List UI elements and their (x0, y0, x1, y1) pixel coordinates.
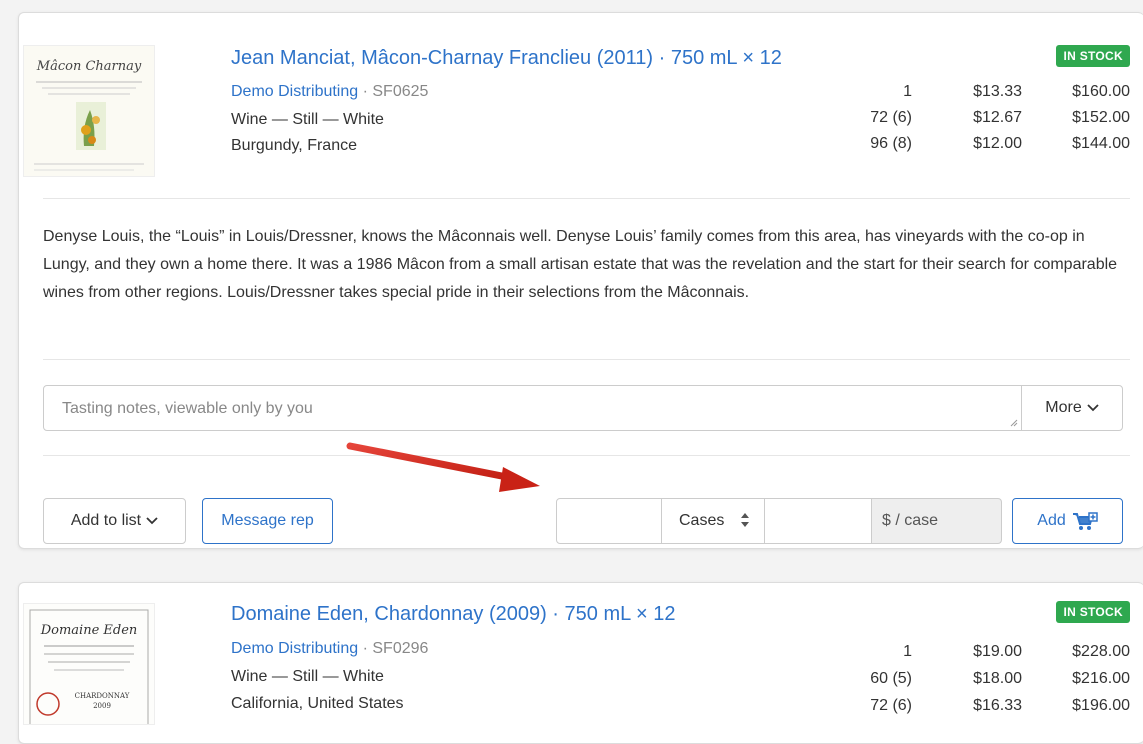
product-card: Domaine Eden CHARDONNAY 2009 Domaine Ede… (18, 582, 1143, 744)
price-qty: 1 (903, 83, 912, 100)
pricing-table: 1 $13.33 $160.00 72 (6) $12.67 $152.00 9… (830, 83, 1130, 161)
tasting-notes-placeholder: Tasting notes, viewable only by you (62, 400, 313, 417)
label-name-text: Mâcon Charnay (36, 59, 142, 74)
more-button-label: More (1045, 399, 1082, 416)
chevron-down-icon (1087, 404, 1099, 412)
price-case: $216.00 (1072, 670, 1130, 687)
cart-plus-icon (1072, 512, 1098, 530)
add-to-list-label: Add to list (70, 512, 142, 529)
label-year-text: 2009 (93, 702, 111, 710)
price-unit-addon: $ / case (871, 498, 1002, 544)
distributor-link[interactable]: Demo Distributing (231, 640, 358, 657)
resize-grip-icon[interactable] (1010, 419, 1018, 427)
price-case: $228.00 (1072, 643, 1130, 660)
price-qty: 72 (6) (870, 697, 912, 714)
product-description: Denyse Louis, the “Louis” in Louis/Dress… (43, 228, 1118, 301)
wine-label-image[interactable]: Domaine Eden CHARDONNAY 2009 (23, 603, 155, 725)
wine-region: Burgundy, France (231, 137, 357, 154)
message-rep-label: Message rep (221, 512, 314, 529)
add-to-list-button[interactable]: Add to list (43, 498, 186, 544)
divider (43, 455, 1130, 456)
product-card: Mâcon Charnay Jean Manciat, Mâcon-Charna… (18, 12, 1143, 549)
unit-select-value: Cases (679, 512, 725, 529)
price-input[interactable] (765, 498, 872, 544)
price-case: $160.00 (1072, 83, 1130, 100)
stock-badge: IN STOCK (1056, 601, 1130, 623)
price-case: $152.00 (1072, 109, 1130, 126)
tasting-notes-input[interactable]: Tasting notes, viewable only by you (43, 385, 1022, 431)
product-title-link[interactable]: Jean Manciat, Mâcon-Charnay Franclieu (2… (231, 47, 782, 70)
add-to-cart-button[interactable]: Add (1012, 498, 1123, 544)
chevron-down-icon (146, 517, 158, 525)
price-unit: $12.00 (973, 135, 1022, 152)
wine-type: Wine — Still — White (231, 111, 384, 128)
product-title-link[interactable]: Domaine Eden, Chardonnay (2009) · 750 mL… (231, 603, 676, 626)
price-unit-label: $ / case (882, 512, 939, 529)
price-unit: $19.00 (973, 643, 1022, 660)
distributor-line: Demo Distributing · SF0296 (231, 640, 428, 658)
price-qty: 60 (5) (870, 670, 912, 687)
wine-type: Wine — Still — White (231, 668, 384, 685)
unit-select[interactable]: Cases (661, 498, 765, 544)
price-unit: $16.33 (973, 697, 1022, 714)
wine-label-image[interactable]: Mâcon Charnay (23, 45, 155, 177)
divider (43, 198, 1130, 199)
pricing-table: 1 $19.00 $228.00 60 (5) $18.00 $216.00 7… (830, 643, 1130, 724)
price-case: $196.00 (1072, 697, 1130, 714)
message-rep-button[interactable]: Message rep (202, 498, 333, 544)
price-qty: 72 (6) (870, 109, 912, 126)
select-arrows-icon (741, 513, 749, 527)
distributor-link[interactable]: Demo Distributing (231, 83, 358, 100)
quantity-input[interactable] (556, 498, 662, 544)
price-row: 72 (6) $16.33 $196.00 (830, 697, 1130, 724)
price-row: 60 (5) $18.00 $216.00 (830, 670, 1130, 697)
price-row: 72 (6) $12.67 $152.00 (830, 109, 1130, 135)
stock-badge: IN STOCK (1056, 45, 1130, 67)
price-unit: $18.00 (973, 670, 1022, 687)
price-row: 96 (8) $12.00 $144.00 (830, 135, 1130, 161)
price-case: $144.00 (1072, 135, 1130, 152)
wine-region: California, United States (231, 695, 404, 712)
label-varietal-text: CHARDONNAY (75, 692, 130, 700)
sku-text: · SF0296 (358, 640, 429, 657)
price-qty: 96 (8) (870, 135, 912, 152)
sku-text: · SF0625 (358, 83, 429, 100)
divider (43, 359, 1130, 360)
label-name-text: Domaine Eden (40, 623, 138, 638)
price-unit: $12.67 (973, 109, 1022, 126)
price-qty: 1 (903, 643, 912, 660)
price-row: 1 $13.33 $160.00 (830, 83, 1130, 109)
price-unit: $13.33 (973, 83, 1022, 100)
distributor-line: Demo Distributing · SF0625 (231, 83, 428, 101)
more-dropdown-button[interactable]: More (1021, 385, 1123, 431)
add-button-label: Add (1037, 512, 1066, 529)
price-row: 1 $19.00 $228.00 (830, 643, 1130, 670)
